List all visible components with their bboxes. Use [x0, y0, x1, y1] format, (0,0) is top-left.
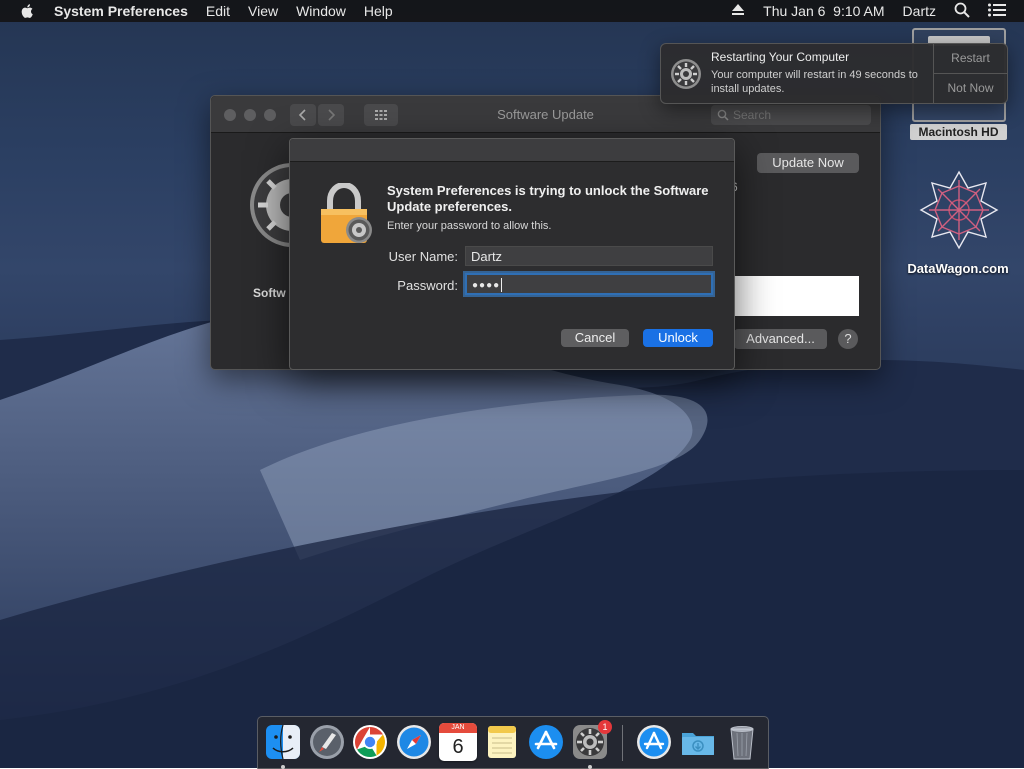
- update-now-button[interactable]: Update Now: [757, 153, 859, 173]
- not-now-button[interactable]: Not Now: [934, 74, 1007, 103]
- authentication-dialog: System Preferences is trying to unlock t…: [289, 138, 735, 370]
- software-update-label: Softw: [253, 286, 286, 300]
- update-details-box: [731, 276, 859, 316]
- menu-help[interactable]: Help: [364, 3, 393, 19]
- search-placeholder: Search: [733, 108, 772, 122]
- datawagon-icon[interactable]: [914, 168, 1004, 252]
- menu-bar: System Preferences Edit View Window Help…: [0, 0, 1024, 22]
- eject-icon[interactable]: [731, 3, 745, 19]
- finder-icon[interactable]: [264, 723, 302, 761]
- calendar-day: 6: [452, 736, 464, 758]
- app-store-icon[interactable]: [527, 723, 565, 761]
- menubar-user[interactable]: Dartz: [903, 3, 936, 19]
- dialog-subtitle: Enter your password to allow this.: [387, 220, 552, 232]
- macintosh-hd-label[interactable]: Macintosh HD: [910, 124, 1007, 140]
- calendar-month: JAN: [439, 723, 477, 733]
- trash-icon[interactable]: [723, 723, 761, 761]
- text-cursor: [501, 277, 503, 292]
- unlock-button[interactable]: Unlock: [643, 329, 713, 347]
- password-value: ●●●●: [472, 280, 501, 291]
- sysprefs-running-indicator: [588, 765, 592, 769]
- search-field[interactable]: Search: [711, 105, 871, 125]
- notes-icon[interactable]: [483, 723, 521, 761]
- restart-notification[interactable]: Restarting Your Computer Your computer w…: [660, 43, 1008, 104]
- dialog-heading: System Preferences is trying to unlock t…: [387, 183, 709, 214]
- folder-icon[interactable]: [679, 723, 717, 761]
- chrome-icon[interactable]: [351, 723, 389, 761]
- notification-title: Restarting Your Computer: [711, 50, 850, 64]
- cancel-button[interactable]: Cancel: [561, 329, 629, 347]
- password-field[interactable]: ●●●●: [465, 273, 713, 295]
- dock: JAN 6 1: [257, 716, 769, 769]
- system-preferences-gear-icon: [671, 59, 701, 89]
- calendar-icon[interactable]: JAN 6: [439, 723, 477, 761]
- menu-edit[interactable]: Edit: [206, 3, 230, 19]
- notification-badge: 1: [598, 720, 612, 734]
- search-icon: [717, 109, 729, 121]
- finder-running-indicator: [281, 765, 285, 769]
- notification-center-icon[interactable]: [988, 3, 1006, 20]
- menu-app-name[interactable]: System Preferences: [54, 3, 188, 19]
- password-label: Password:: [397, 278, 458, 293]
- menu-window[interactable]: Window: [296, 3, 346, 19]
- padlock-icon: [321, 183, 372, 243]
- downloads-app-store-icon[interactable]: [635, 723, 673, 761]
- restart-button[interactable]: Restart: [934, 44, 1007, 73]
- username-label: User Name:: [388, 249, 458, 264]
- menu-view[interactable]: View: [248, 3, 278, 19]
- launchpad-icon[interactable]: [308, 723, 346, 761]
- dock-separator: [622, 725, 623, 761]
- menubar-clock[interactable]: Thu Jan 6 9:10 AM: [763, 3, 884, 19]
- safari-icon[interactable]: [395, 723, 433, 761]
- datawagon-label[interactable]: DataWagon.com: [896, 261, 1020, 276]
- advanced-button[interactable]: Advanced...: [734, 329, 827, 349]
- dialog-titlebar: [290, 139, 734, 162]
- apple-menu-icon[interactable]: [18, 3, 38, 19]
- username-field[interactable]: Dartz: [465, 246, 713, 266]
- notification-body: Your computer will restart in 49 seconds…: [711, 69, 918, 95]
- help-button[interactable]: ?: [838, 329, 858, 349]
- spotlight-search-icon[interactable]: [954, 2, 970, 21]
